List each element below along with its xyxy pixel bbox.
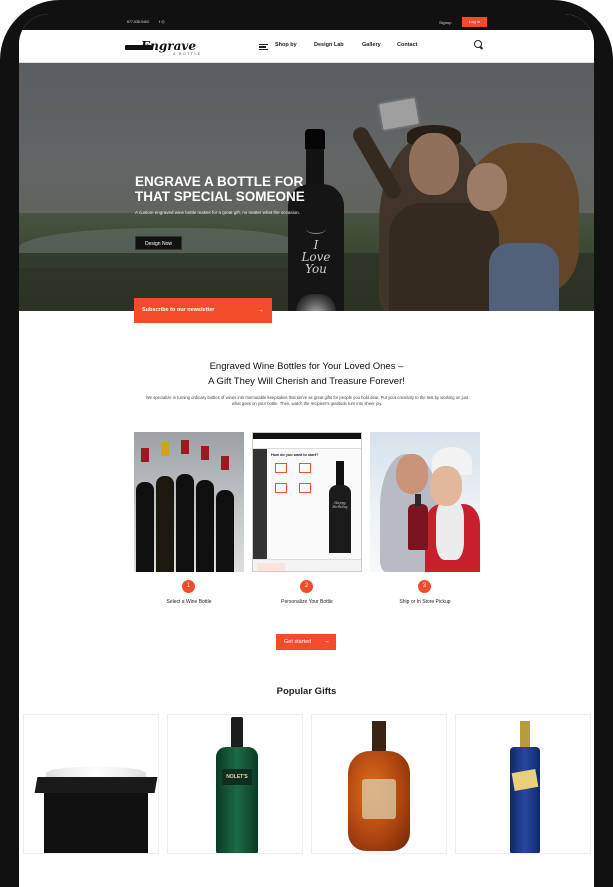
popular-gifts-title: Popular Gifts (276, 686, 337, 697)
text-icon (275, 463, 287, 473)
nolets-label: NOLET'S (222, 769, 252, 785)
device-frame: 877-538-9463 f ◎ Signup Log in Engrave A… (0, 0, 613, 887)
arrow-right-icon: → (257, 307, 264, 314)
step-number: 3 (418, 580, 431, 593)
browser-screen: 877-538-9463 f ◎ Signup Log in Engrave A… (19, 14, 594, 887)
newsletter-label: Subscribe to our newsletter (142, 307, 215, 313)
gift-box-image (34, 767, 158, 853)
step-number: 2 (300, 580, 313, 593)
design-app-image: How do you want to start? Happy Birthday (252, 432, 362, 572)
login-button[interactable]: Log in (462, 17, 487, 27)
nolets-gin-image: NOLET'S (216, 717, 258, 853)
step-number: 1 (182, 580, 195, 593)
nav-shop-by[interactable]: Shop by (275, 42, 297, 48)
nav-contact[interactable]: Contact (397, 42, 417, 48)
product-card-blue-label[interactable] (455, 714, 591, 854)
app-question: How do you want to start? (271, 453, 319, 457)
hero-banner: I Love You ENGRAVE A BOTTLE FOR THAT SPE… (19, 63, 594, 311)
logo-script: Engrave (141, 39, 196, 53)
bottle-engraving-text: I Love You (301, 238, 331, 276)
search-icon[interactable] (474, 40, 482, 48)
step-label: Personalize Your Bottle (281, 599, 333, 605)
product-card-nolets[interactable]: NOLET'S (167, 714, 303, 854)
nav-gallery[interactable]: Gallery (362, 42, 381, 48)
gift-icon (275, 483, 287, 493)
get-started-button[interactable]: Get started → (276, 634, 336, 650)
step-1[interactable]: 1 Select a Wine Bottle (134, 432, 244, 605)
intro-title-line2: A Gift They Will Cherish and Treasure Fo… (208, 376, 405, 387)
main-nav: Engrave A BOTTLE Shop by Design Lab Gall… (19, 30, 594, 63)
couple-gift-image (370, 432, 480, 572)
hero-title: ENGRAVE A BOTTLE FOR THAT SPECIAL SOMEON… (135, 174, 305, 204)
product-card-woodford[interactable] (311, 714, 447, 854)
step-label: Ship or In Store Pickup (399, 599, 451, 605)
wine-bottles-image (134, 432, 244, 572)
intro-title-line1: Engraved Wine Bottles for Your Loved One… (209, 361, 404, 372)
hero-engraved-bottle: I Love You (288, 129, 344, 311)
get-started-label: Get started (284, 639, 312, 645)
step-2[interactable]: How do you want to start? Happy Birthday… (252, 432, 362, 605)
scotch-bottle-image (510, 721, 540, 853)
menu-icon[interactable] (259, 44, 268, 50)
phone-number[interactable]: 877-538-9463 (127, 20, 149, 24)
signup-link[interactable]: Signup (439, 20, 451, 25)
app-bottle-text: Happy Birthday (332, 501, 348, 509)
hero-subtitle: A custom engraved wine bottle makes for … (135, 210, 300, 215)
step-3[interactable]: 3 Ship or In Store Pickup (370, 432, 480, 605)
calendar-icon (299, 483, 311, 493)
step-label: Select a Wine Bottle (166, 599, 212, 605)
product-card-gift-box[interactable] (23, 714, 159, 854)
nav-design-lab[interactable]: Design Lab (314, 42, 344, 48)
social-icons[interactable]: f ◎ (159, 19, 165, 24)
design-now-button[interactable]: Design Now (135, 236, 182, 250)
gift-bottle-icon (408, 494, 428, 550)
bourbon-bottle-image (348, 721, 410, 853)
arrow-right-icon: → (323, 638, 330, 645)
newsletter-button[interactable]: Subscribe to our newsletter → (134, 298, 272, 323)
image-icon (299, 463, 311, 473)
intro-title: Engraved Wine Bottles for Your Loved One… (19, 359, 594, 389)
app-bottle-preview: Happy Birthday (329, 461, 351, 553)
logo[interactable]: Engrave A BOTTLE (125, 38, 225, 56)
logo-subtitle: A BOTTLE (173, 52, 202, 56)
top-bar: 877-538-9463 f ◎ Signup Log in (19, 14, 594, 30)
intro-description: We specialize in turning ordinary bottle… (145, 395, 469, 406)
